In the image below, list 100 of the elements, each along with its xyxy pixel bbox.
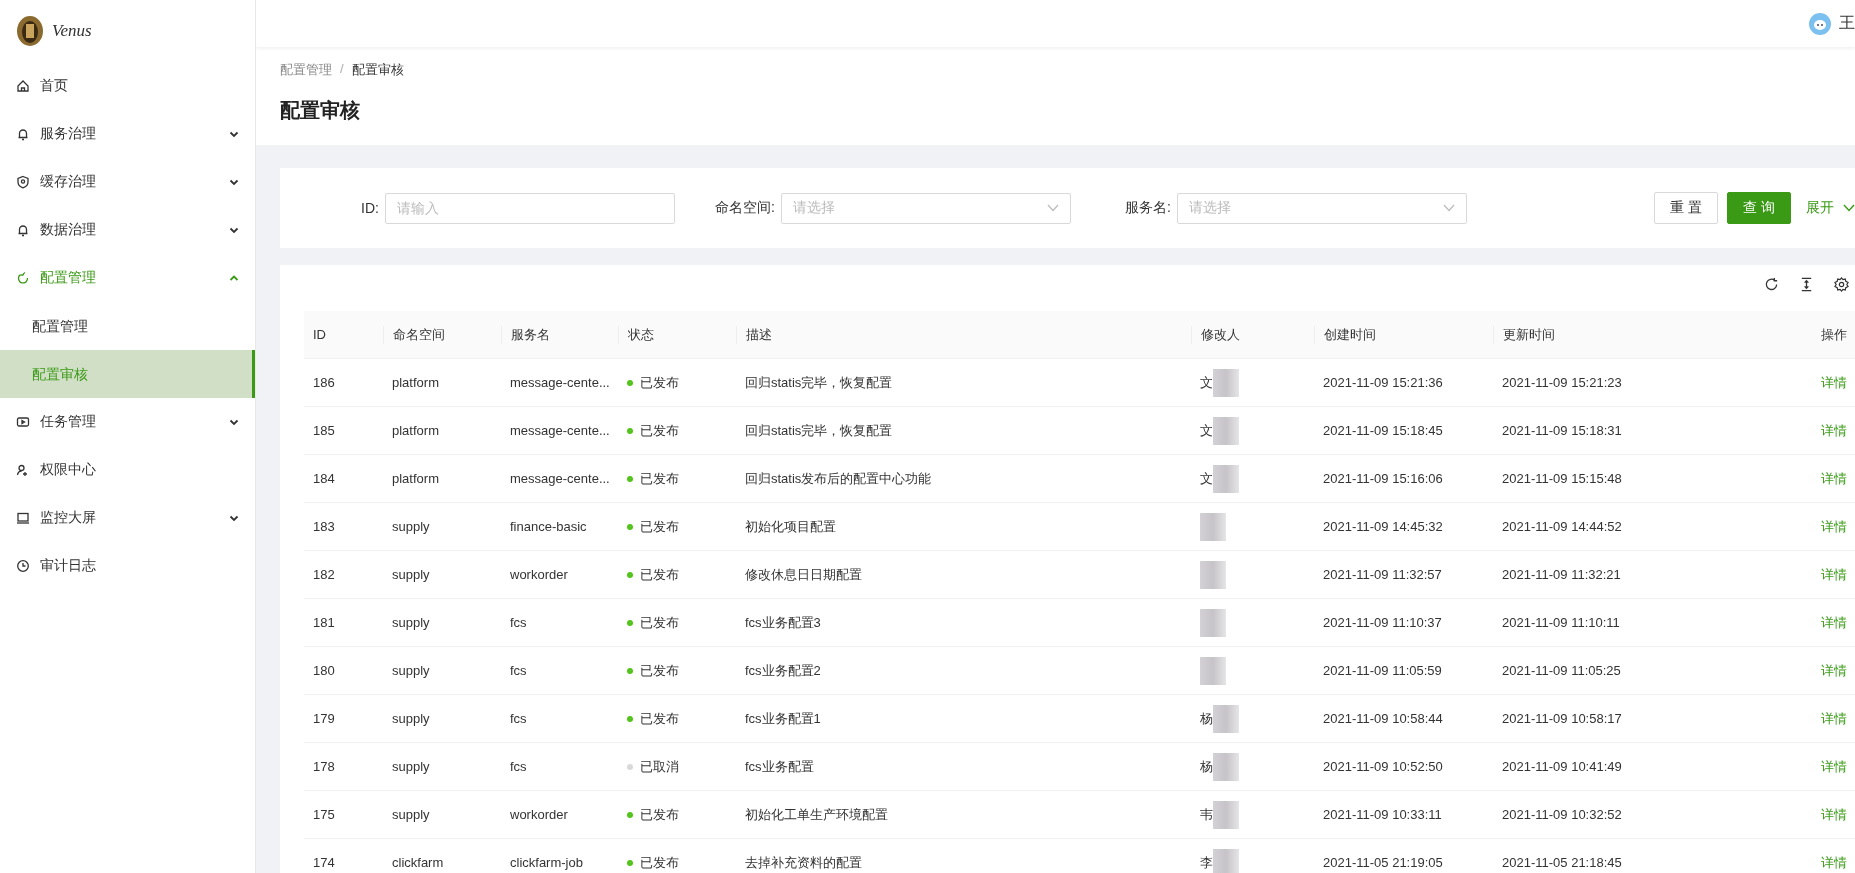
table-cell-text: 2021-11-09 11:05:59: [1322, 663, 1443, 678]
column-header: 描述: [736, 325, 1191, 344]
table-cell-text: 2021-11-09 11:05:25: [1501, 663, 1622, 678]
menu-item[interactable]: 监控大屏: [0, 494, 255, 542]
user-name[interactable]: 王: [1839, 13, 1855, 34]
details-link[interactable]: 详情: [1821, 614, 1847, 630]
table-cell-text: 初始化工单生产环境配置: [744, 805, 889, 824]
menu-label: 权限中心: [40, 461, 96, 479]
reset-button[interactable]: 重 置: [1654, 192, 1718, 224]
bell-icon: [16, 223, 30, 237]
column-header: 操作: [1820, 325, 1848, 344]
logo-icon: [16, 14, 44, 48]
table-cell-text: supply: [391, 759, 431, 774]
table-cell-text: fcs业务配置2: [744, 661, 822, 680]
settings-icon[interactable]: [1834, 277, 1849, 292]
status-text: 已发布: [640, 421, 679, 440]
submenu-item[interactable]: 配置审核: [0, 350, 255, 398]
status-text: 已取消: [640, 757, 679, 776]
table-cell-text: platform: [391, 375, 440, 390]
column-header: 更新时间: [1493, 325, 1674, 344]
details-link[interactable]: 详情: [1821, 806, 1847, 822]
menu-item[interactable]: 权限中心: [0, 446, 255, 494]
details-link[interactable]: 详情: [1821, 854, 1847, 870]
table-cell-text: 2021-11-09 10:32:52: [1501, 807, 1623, 822]
details-link[interactable]: 详情: [1821, 758, 1847, 774]
menu-item[interactable]: 首页: [0, 62, 255, 110]
details-link[interactable]: 详情: [1821, 566, 1847, 582]
table-cell-text: 179: [312, 711, 336, 726]
select-field[interactable]: 请选择: [1177, 192, 1467, 224]
field-label: 命名空间:: [714, 199, 776, 217]
table-cell-text: clickfarm-job: [509, 855, 584, 870]
table-cell-text: 2021-11-09 15:15:48: [1501, 471, 1623, 486]
table-cell-text: 183: [312, 519, 336, 534]
menu-label: 任务管理: [40, 413, 96, 431]
column-header: 服务名: [501, 325, 618, 344]
column-header: 命名空间: [383, 325, 501, 344]
people-icon: [16, 463, 30, 477]
table-cell-text: 2021-11-09 11:32:57: [1322, 567, 1443, 582]
status-text: 已发布: [640, 373, 679, 392]
table-cell-text: fcs: [509, 663, 528, 678]
table-cell-text: supply: [391, 711, 431, 726]
table-cell-text: 182: [312, 567, 336, 582]
menu-item[interactable]: 数据治理: [0, 206, 255, 254]
table-cell-text: 2021-11-09 10:52:50: [1322, 759, 1444, 774]
menu-item[interactable]: 审计日志: [0, 542, 255, 590]
table-cell-text: 181: [312, 615, 336, 630]
table-cell-text: 2021-11-09 11:10:11: [1501, 615, 1621, 630]
expand-link[interactable]: 展开: [1806, 199, 1834, 217]
menu-label: 服务治理: [40, 125, 96, 143]
details-link[interactable]: 详情: [1821, 422, 1847, 438]
menu-item[interactable]: 服务治理: [0, 110, 255, 158]
details-link[interactable]: 详情: [1821, 662, 1847, 678]
table-cell-text: fcs: [509, 711, 528, 726]
table-cell-text: 178: [312, 759, 336, 774]
breadcrumb-item[interactable]: 配置审核: [351, 61, 404, 79]
apple-icon: [16, 271, 30, 285]
column-header: 创建时间: [1314, 325, 1493, 344]
table-cell-text: message-cente...: [509, 423, 611, 438]
table-cell-text: 2021-11-05 21:19:05: [1322, 855, 1444, 870]
refresh-icon[interactable]: [1764, 277, 1779, 292]
table-cell-text: 去掉补充资料的配置: [744, 853, 863, 872]
breadcrumb-item[interactable]: 配置管理: [280, 61, 332, 79]
table-cell-text: supply: [391, 567, 431, 582]
table-cell-text: 185: [312, 423, 336, 438]
submenu-item[interactable]: 配置管理: [0, 302, 255, 350]
status-text: 已发布: [640, 709, 679, 728]
details-link[interactable]: 详情: [1821, 518, 1847, 534]
select-field[interactable]: 请选择: [781, 192, 1071, 224]
bell-icon: [16, 127, 30, 141]
dropdown-icon: [1047, 204, 1059, 212]
table-cell-text: 修改休息日日期配置: [744, 565, 863, 584]
table-cell-text: fcs: [509, 615, 528, 630]
field-label: 服务名:: [1124, 199, 1172, 217]
details-link[interactable]: 详情: [1821, 470, 1847, 486]
table-cell-text: 184: [312, 471, 336, 486]
details-link[interactable]: 详情: [1821, 710, 1847, 726]
column-header: ID: [312, 327, 327, 342]
table-cell-text: workorder: [509, 807, 569, 822]
status-text: 已发布: [640, 613, 679, 632]
menu-item[interactable]: 缓存治理: [0, 158, 255, 206]
table-cell-text: 174: [312, 855, 336, 870]
menu-item[interactable]: 任务管理: [0, 398, 255, 446]
modifier-text: 韦: [1200, 805, 1213, 824]
table-cell-text: workorder: [509, 567, 569, 582]
breadcrumb-separator: /: [340, 61, 344, 78]
modifier-text: 文: [1200, 373, 1213, 392]
page-title: 配置审核: [280, 98, 361, 123]
menu-item[interactable]: 配置管理: [0, 254, 255, 302]
query-button[interactable]: 查 询: [1727, 192, 1791, 224]
table-cell-text: supply: [391, 615, 431, 630]
table-cell-text: 2021-11-05 21:18:45: [1501, 855, 1623, 870]
shield-icon: [16, 175, 30, 189]
input-field[interactable]: 请输入: [385, 192, 675, 224]
status-text: 已发布: [640, 565, 679, 584]
table-cell-text: platform: [391, 423, 440, 438]
menu-label: 缓存治理: [40, 173, 96, 191]
table-cell-text: clickfarm: [391, 855, 445, 870]
details-link[interactable]: 详情: [1821, 374, 1847, 390]
row-height-icon[interactable]: [1799, 277, 1814, 292]
table-cell-text: fcs业务配置1: [744, 709, 822, 728]
